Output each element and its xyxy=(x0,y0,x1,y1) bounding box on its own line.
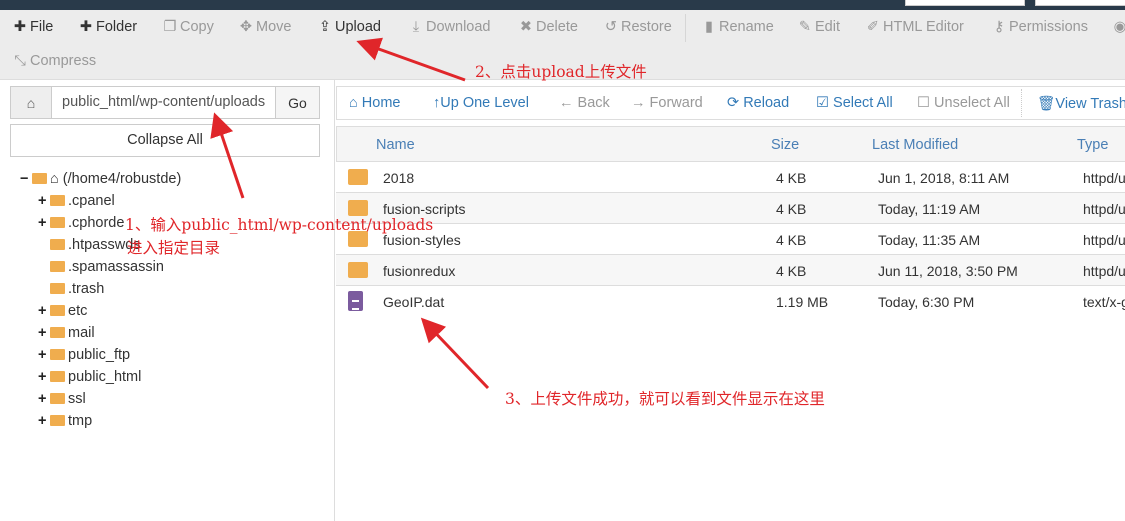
annotation-step1: 1、输入public_html/wp-content/uploads xyxy=(125,216,434,234)
arrow-step1 xyxy=(210,112,245,199)
annotation-step2: 2、点击upload上传文件 xyxy=(475,63,647,81)
arrow-step3 xyxy=(420,317,490,390)
arrow-step2 xyxy=(356,37,466,82)
annotation-step1-line2: 进入指定目录 xyxy=(127,239,221,257)
annotation-step3: 3、上传文件成功，就可以看到文件显示在这里 xyxy=(505,390,825,408)
